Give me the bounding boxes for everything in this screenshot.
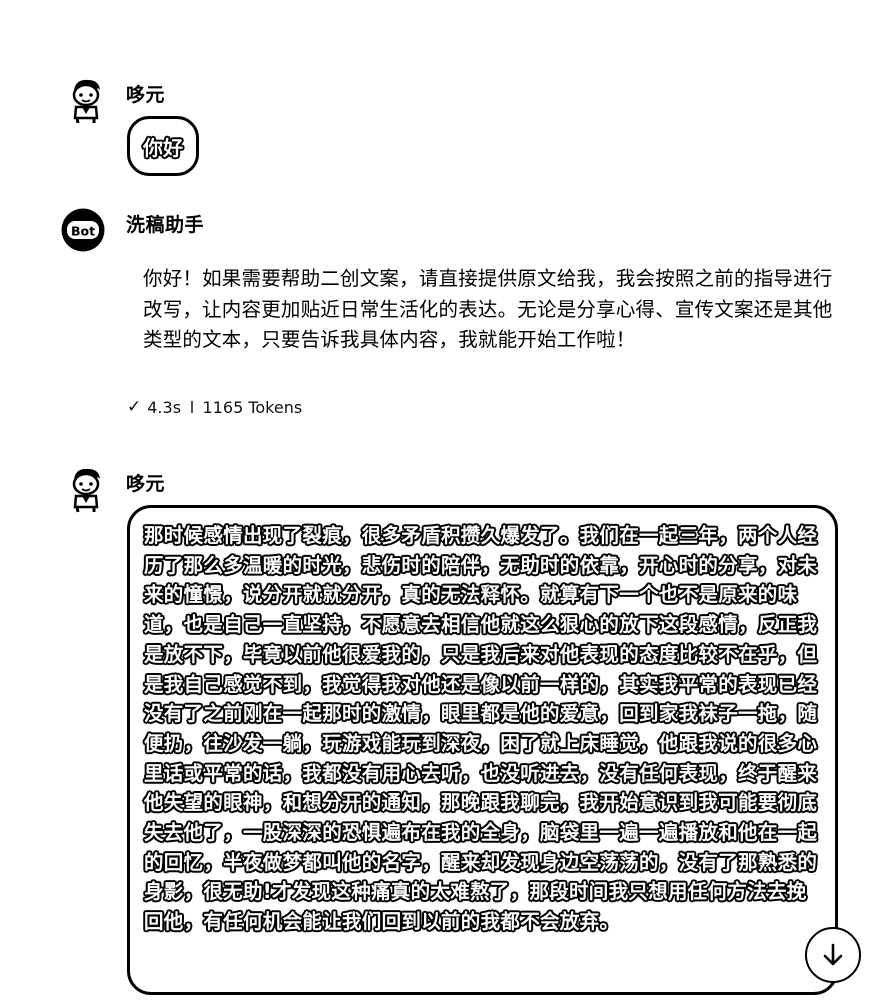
- bot-avatar-icon: Bot: [60, 207, 106, 253]
- bot-avatar-label: Bot: [71, 224, 95, 239]
- arrow-down-icon: [823, 943, 843, 966]
- message-text: 那时候感情出现了裂痕，很多矛盾积攒久爆发了。我们在一起三年，两个人经历了那么多温…: [144, 524, 818, 934]
- sender-name: 哆元: [126, 84, 166, 106]
- sender-name: 哆元: [126, 473, 166, 495]
- response-duration: 4.3s: [147, 397, 182, 417]
- check-icon: ✓: [127, 397, 142, 417]
- message-text: 你好: [143, 135, 183, 160]
- sender-name: 洗稿助手: [126, 214, 205, 236]
- token-count: 1165 Tokens: [202, 397, 303, 417]
- bot-message-text: 你好！如果需要帮助二创文案，请直接提供原文给我，我会按照之前的指导进行改写，让内…: [143, 267, 833, 351]
- meta-divider: [191, 401, 193, 413]
- cartoon-boy-avatar-icon: [64, 76, 108, 124]
- scroll-to-bottom-button[interactable]: [805, 927, 861, 983]
- user-message-bubble: 你好: [127, 116, 199, 176]
- chat-page: 哆元 你好 Bot 洗稿助手 你好！如果需要帮助二创文案，请直接提供原文给我，我…: [0, 0, 895, 1005]
- cartoon-boy-avatar-icon: [64, 465, 108, 513]
- user-message-bubble: 那时候感情出现了裂痕，很多矛盾积攒久爆发了。我们在一起三年，两个人经历了那么多温…: [127, 505, 838, 995]
- message-meta: ✓ 4.3s 1165 Tokens: [127, 397, 302, 417]
